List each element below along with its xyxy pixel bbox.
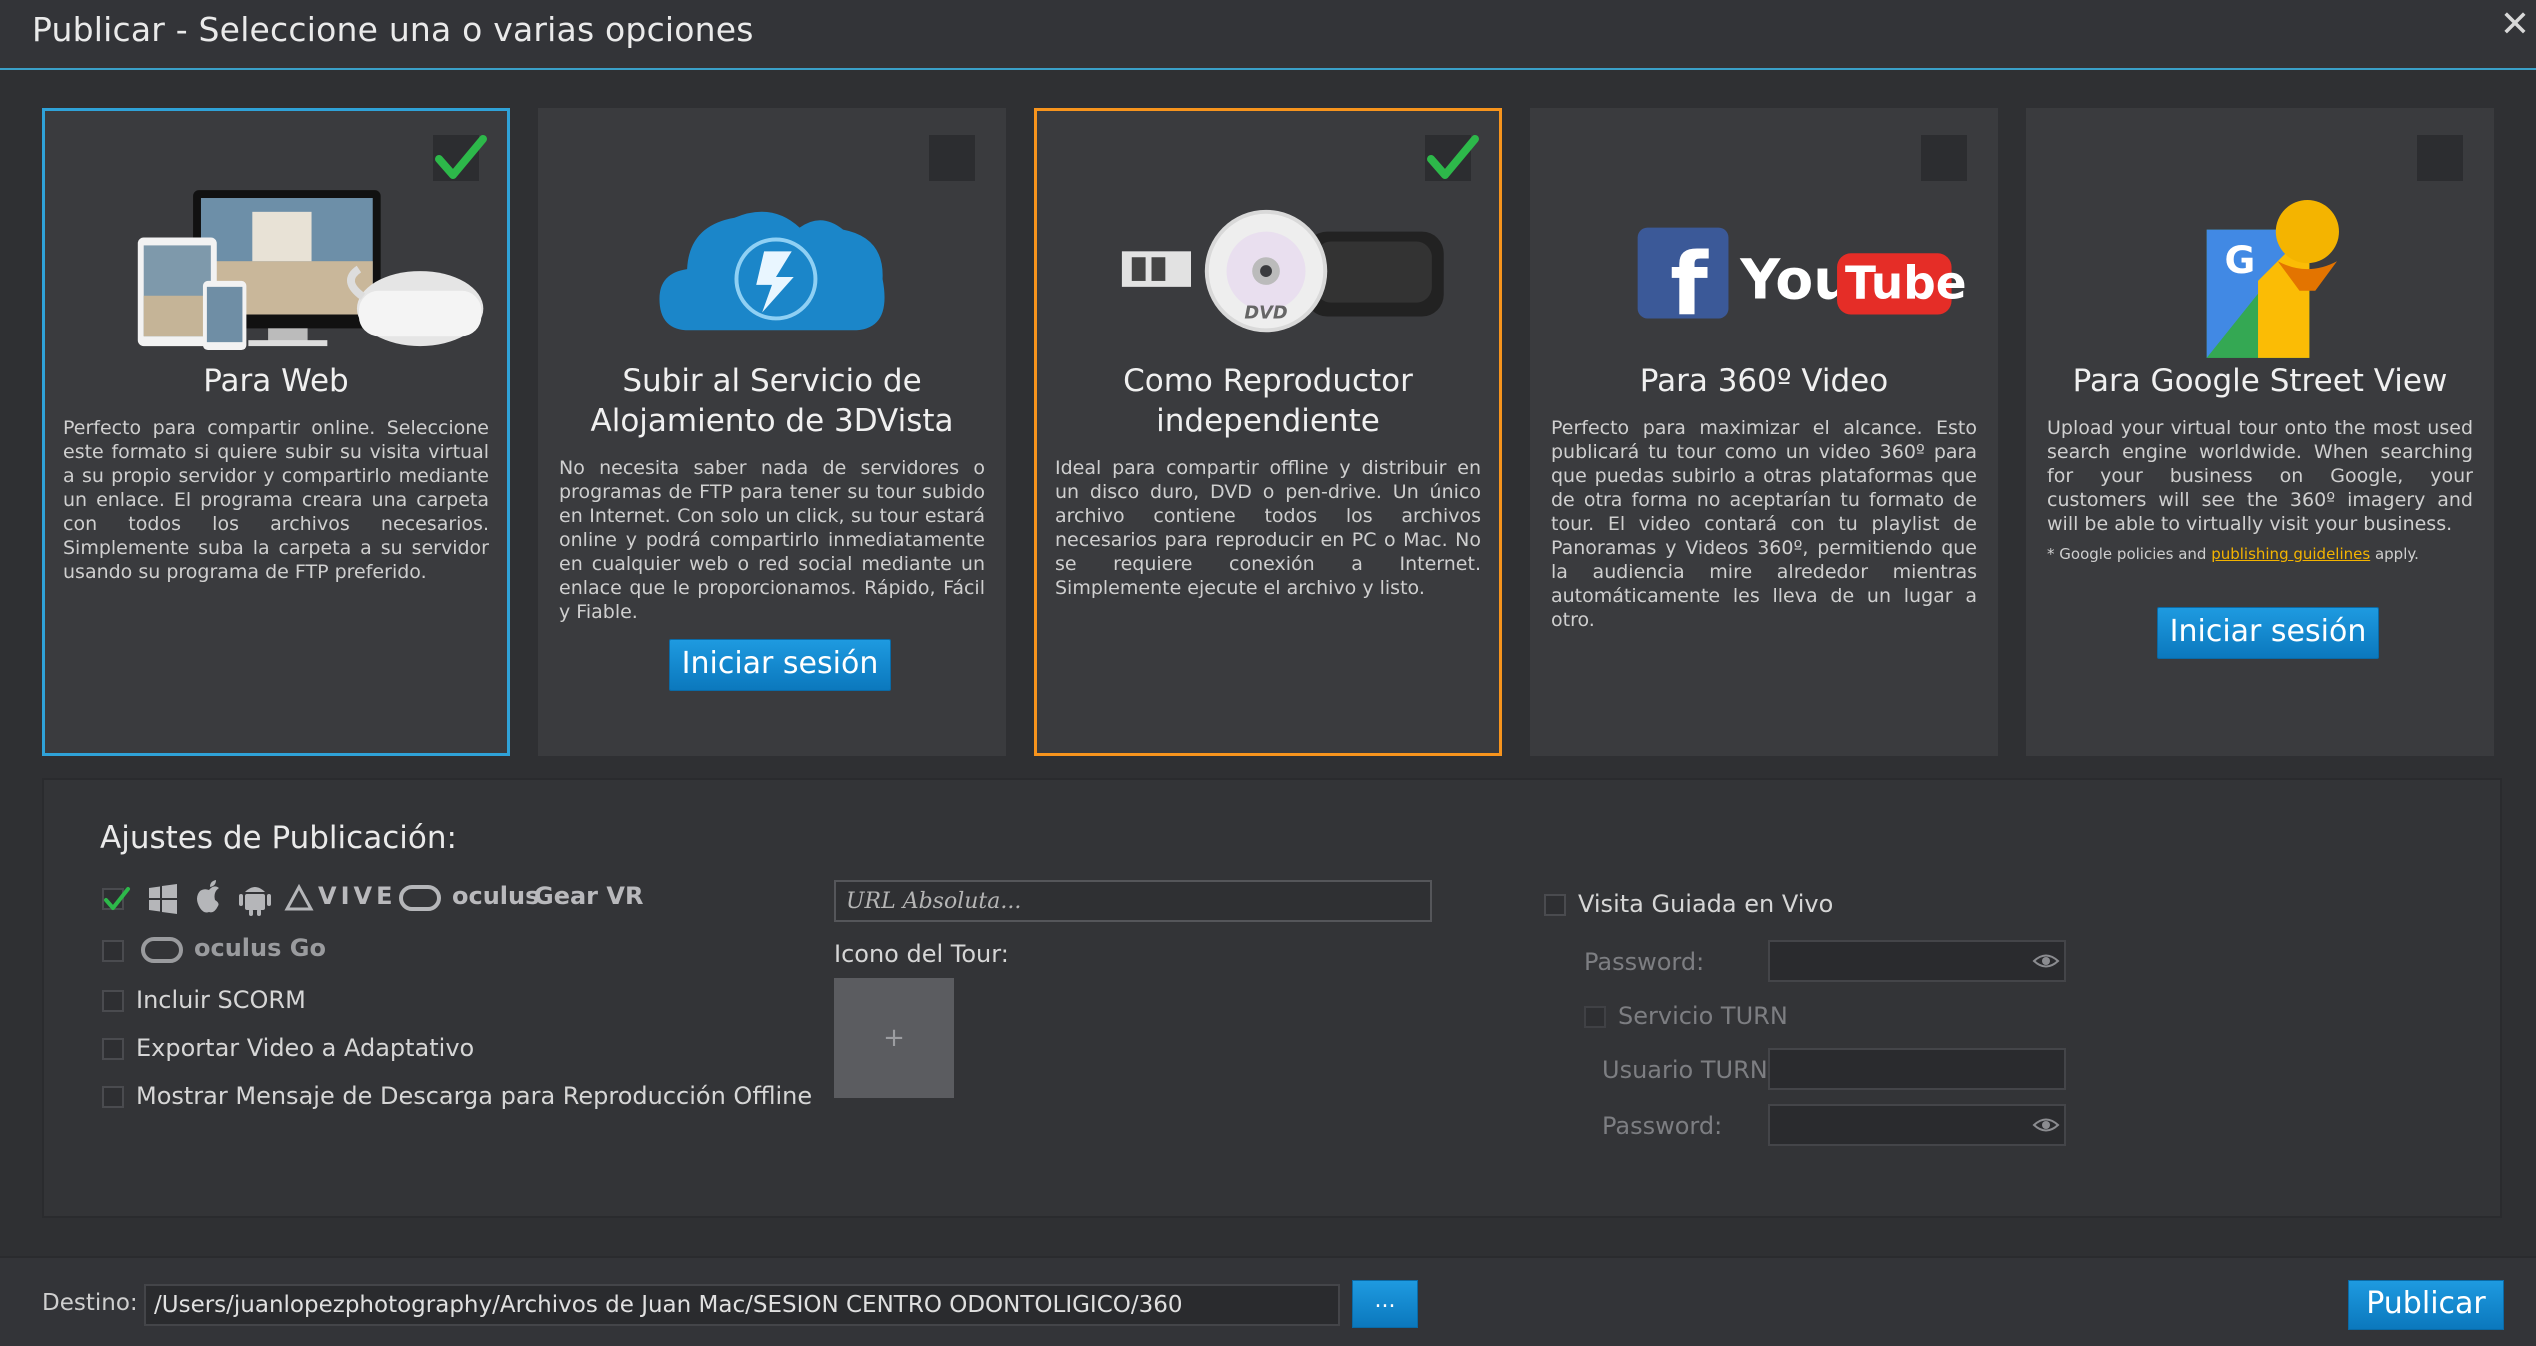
google-g-icon: G xyxy=(2224,238,2255,282)
dvd-label: DVD xyxy=(1244,303,1287,323)
web-devices-image xyxy=(137,190,484,351)
usb-dvd-headset-image: DVD xyxy=(1121,209,1444,333)
platforms-row1-checkbox[interactable] xyxy=(102,887,130,910)
turn-user-label: Usuario TURN: xyxy=(1602,1056,1776,1084)
card-3dvista-title: Subir al Servicio de Alojamiento de 3DVi… xyxy=(590,363,954,439)
card-360-checkbox[interactable] xyxy=(1921,135,1967,181)
publish-button[interactable]: Publicar xyxy=(2348,1280,2504,1330)
card-3dvista-hosting[interactable]: Subir al Servicio de Alojamiento de 3DVi… xyxy=(538,108,1006,756)
show-password-eye-icon[interactable] xyxy=(2032,948,2060,974)
gsv-note-prefix: * Google policies and xyxy=(2047,545,2212,563)
youtube-you-text: You xyxy=(1739,249,1852,313)
destination-path-field[interactable]: /Users/juanlopezphotography/Archivos de … xyxy=(144,1284,1340,1326)
card-gsv-description: Upload your virtual tour onto the most u… xyxy=(2047,417,2473,535)
3dvista-login-button[interactable]: Iniciar sesión xyxy=(669,639,891,691)
gsv-note-suffix: apply. xyxy=(2370,545,2419,563)
card-web-checkbox[interactable] xyxy=(433,135,487,181)
card-gsv-policy-note: * Google policies and publishing guideli… xyxy=(2047,542,2473,566)
card-web-title: Para Web xyxy=(203,363,349,399)
export-adaptive-label: Exportar Video a Adaptativo xyxy=(136,1034,475,1062)
facebook-icon: f xyxy=(1670,235,1709,336)
google-street-view-image: G xyxy=(2206,199,2339,358)
card-standalone-title: Como Reproductor independiente xyxy=(1123,363,1413,439)
apple-icon xyxy=(197,880,219,913)
windows-icon xyxy=(149,884,177,914)
card-360-description: Perfecto para maximizar el alcance. Esto… xyxy=(1551,417,1977,631)
cloud-upload-image xyxy=(659,211,885,331)
show-turn-password-eye-icon[interactable] xyxy=(2032,1112,2060,1138)
turn-service-checkbox[interactable] xyxy=(1584,1006,1606,1028)
card-gsv-title: Para Google Street View xyxy=(2072,363,2448,399)
card-360-title: Para 360º Video xyxy=(1639,363,1889,399)
card-3dvista-description: No necesita saber nada de servidores o p… xyxy=(559,457,985,623)
vive-label: VIVE xyxy=(318,882,397,910)
turn-password-label: Password: xyxy=(1602,1112,1723,1140)
include-scorm-label: Incluir SCORM xyxy=(136,986,306,1014)
title-bar: Publicar - Seleccione una o varias opcio… xyxy=(0,0,2536,70)
turn-password-field[interactable] xyxy=(1768,1104,2066,1146)
card-gsv-checkbox[interactable] xyxy=(2417,135,2463,181)
check-icon xyxy=(104,887,130,910)
vive-icon xyxy=(284,884,314,911)
turn-service-label: Servicio TURN xyxy=(1618,1002,1788,1030)
absolute-url-field[interactable] xyxy=(834,880,1432,922)
card-web-description: Perfecto para compartir online. Seleccio… xyxy=(63,417,489,583)
tour-icon-label: Icono del Tour: xyxy=(834,940,1009,968)
close-icon[interactable]: ✕ xyxy=(2500,4,2530,45)
card-standalone-player[interactable]: DVD Como Reproductor independiente Ideal… xyxy=(1034,108,1502,756)
oculus-go-label: oculus Go xyxy=(194,934,326,962)
password-field[interactable] xyxy=(1768,940,2066,982)
live-guided-checkbox[interactable] xyxy=(1544,894,1566,916)
gsv-login-button[interactable]: Iniciar sesión xyxy=(2157,607,2379,659)
card-google-street-view[interactable]: G Para Google Street View Upload your vi… xyxy=(2026,108,2494,756)
download-message-label: Mostrar Mensaje de Descarga para Reprodu… xyxy=(136,1082,813,1110)
check-icon xyxy=(1427,135,1479,179)
download-message-checkbox[interactable] xyxy=(102,1086,124,1108)
card-360-video[interactable]: f You Tube Para 360º Video Perfecto para… xyxy=(1530,108,1998,756)
publishing-guidelines-link[interactable]: publishing guidelines xyxy=(2211,545,2370,563)
platforms-row2-checkbox[interactable] xyxy=(102,940,124,962)
browse-button[interactable]: ... xyxy=(1352,1280,1418,1328)
facebook-youtube-image: f You Tube xyxy=(1637,227,1967,336)
youtube-tube-text: Tube xyxy=(1845,257,1967,310)
android-icon xyxy=(239,887,271,916)
card-standalone-checkbox[interactable] xyxy=(1425,135,1479,181)
password-label: Password: xyxy=(1584,948,1705,976)
destination-label: Destino: xyxy=(42,1290,138,1316)
gearvr-label: Gear VR xyxy=(534,882,644,910)
oculus-label: oculus xyxy=(452,882,540,910)
check-icon xyxy=(435,135,487,179)
card-standalone-description: Ideal para compartir offline y distribui… xyxy=(1055,457,1481,599)
tour-icon-add-button[interactable]: + xyxy=(834,978,954,1098)
turn-user-field[interactable] xyxy=(1768,1048,2066,1090)
oculus-go-icon xyxy=(141,937,183,963)
card-web[interactable]: Para Web Perfecto para compartir online.… xyxy=(42,108,510,756)
window-title: Publicar - Seleccione una o varias opcio… xyxy=(32,10,754,49)
card-3dvista-checkbox[interactable] xyxy=(929,135,975,181)
export-adaptive-checkbox[interactable] xyxy=(102,1038,124,1060)
absolute-url-input[interactable] xyxy=(836,882,1430,920)
settings-title: Ajustes de Publicación: xyxy=(100,820,457,856)
include-scorm-checkbox[interactable] xyxy=(102,990,124,1012)
live-guided-label: Visita Guiada en Vivo xyxy=(1578,890,1834,918)
oculus-icon xyxy=(399,885,441,911)
